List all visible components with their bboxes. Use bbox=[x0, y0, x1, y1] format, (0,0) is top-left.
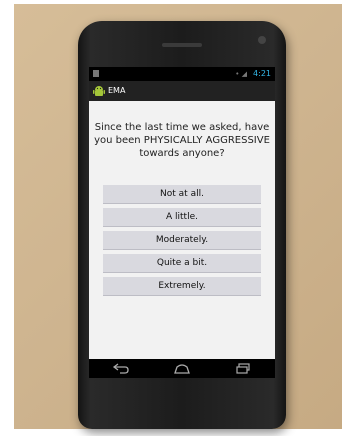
android-icon bbox=[93, 86, 105, 96]
back-icon[interactable] bbox=[111, 362, 131, 375]
recents-icon[interactable] bbox=[233, 362, 253, 375]
survey-question: Since the last time we asked, have you b… bbox=[94, 122, 270, 159]
earpiece-speaker bbox=[162, 43, 202, 47]
action-bar: EMA bbox=[89, 81, 275, 101]
option-moderately-button[interactable]: Moderately. bbox=[103, 231, 261, 250]
notification-icon bbox=[93, 70, 99, 77]
status-bar: • ◢ 4:21 bbox=[89, 67, 275, 81]
option-quite-a-bit-button[interactable]: Quite a bit. bbox=[103, 254, 261, 273]
front-camera bbox=[258, 36, 266, 44]
survey-content: Since the last time we asked, have you b… bbox=[89, 101, 275, 359]
navigation-bar bbox=[89, 359, 275, 378]
app-title: EMA bbox=[108, 86, 126, 95]
option-not-at-all-button[interactable]: Not at all. bbox=[103, 185, 261, 204]
option-a-little-button[interactable]: A little. bbox=[103, 208, 261, 227]
option-extremely-button[interactable]: Extremely. bbox=[103, 277, 261, 296]
signal-icon: • ◢ bbox=[235, 70, 247, 78]
bottom-bezel bbox=[78, 378, 286, 429]
home-icon[interactable] bbox=[172, 362, 192, 375]
phone-screen: • ◢ 4:21 EMA Since the last time we aske… bbox=[89, 67, 275, 378]
phone-device: • ◢ 4:21 EMA Since the last time we aske… bbox=[78, 21, 286, 429]
status-time: 4:21 bbox=[253, 69, 271, 78]
answer-options: Not at all. A little. Moderately. Quite … bbox=[103, 185, 261, 300]
